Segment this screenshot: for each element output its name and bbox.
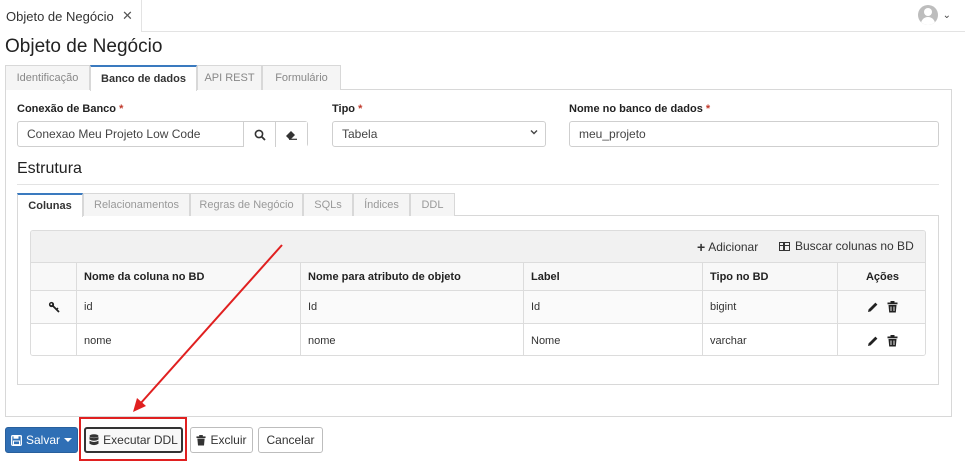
required-marker: * — [705, 103, 711, 115]
grid-toolbar: + Adicionar Buscar colunas no BD — [31, 231, 925, 263]
conexao-value: Conexao Meu Projeto Low Code — [27, 127, 201, 141]
plus-icon: + — [697, 239, 706, 255]
table-row[interactable]: nome nome Nome varchar — [31, 324, 925, 355]
trash-icon[interactable] — [887, 301, 898, 313]
tab-colunas[interactable]: Colunas — [17, 193, 83, 217]
tab-ddl[interactable]: DDL — [410, 193, 455, 216]
required-marker: * — [358, 103, 363, 115]
avatar[interactable] — [917, 5, 938, 25]
trash-icon[interactable] — [887, 334, 898, 347]
columns-grid: + Adicionar Buscar colunas no BD Nome da… — [30, 230, 926, 356]
highlight-box — [79, 417, 187, 461]
actions-cell — [837, 324, 925, 355]
table-header: Nome da coluna no BD Nome para atributo … — [31, 263, 925, 291]
tipo-select[interactable]: Tabela — [332, 121, 546, 147]
tab-api-rest[interactable]: API REST — [197, 65, 262, 90]
cell-coluna: id — [76, 291, 300, 323]
add-button[interactable]: + Adicionar — [697, 239, 758, 255]
tipo-label: Tipo * — [332, 103, 362, 115]
eraser-icon — [286, 131, 297, 140]
cell-label: Id — [523, 291, 702, 323]
header-cell: Ações — [837, 263, 925, 290]
document-tab[interactable]: Objeto de Negócio ✕ — [0, 0, 142, 32]
main-tabs: Identificação Banco de dados API REST Fo… — [5, 64, 952, 91]
nome-banco-field[interactable]: meu_projeto — [569, 121, 939, 147]
delete-button-label: Excluir — [210, 433, 247, 447]
primary-key-cell — [31, 291, 76, 323]
trash-icon — [196, 434, 207, 445]
save-button-label: Salvar — [25, 433, 60, 447]
nome-banco-label-text: Nome no banco de dados — [569, 103, 703, 115]
required-marker: * — [119, 103, 124, 115]
delete-button[interactable]: Excluir — [190, 427, 253, 453]
fetch-columns-button[interactable]: Buscar colunas no BD — [779, 239, 914, 253]
conexao-label-text: Conexão de Banco — [17, 103, 117, 115]
header-cell[interactable]: Nome da coluna no BD — [76, 263, 300, 290]
tab-banco-de-dados[interactable]: Banco de dados — [90, 65, 197, 91]
cell-atributo: nome — [300, 324, 523, 355]
estrutura-tabs: Colunas Relacionamentos Regras de Negóci… — [17, 192, 939, 217]
divider — [17, 184, 939, 185]
conexao-label: Conexão de Banco * — [17, 103, 123, 115]
clear-button[interactable] — [275, 122, 307, 147]
pencil-icon[interactable] — [867, 301, 879, 313]
nome-banco-value: meu_projeto — [579, 127, 646, 141]
top-bar: Objeto de Negócio ✕ ⌄ — [0, 0, 965, 32]
cell-coluna: nome — [76, 324, 300, 355]
tab-indices[interactable]: Índices — [353, 193, 410, 216]
add-button-label: Adicionar — [708, 240, 759, 254]
cancel-button-label: Cancelar — [266, 433, 315, 447]
document-tab-title: Objeto de Negócio — [6, 8, 114, 24]
table-row[interactable]: id Id Id bigint — [31, 291, 925, 324]
table-icon — [779, 241, 790, 251]
actions-cell — [837, 291, 925, 323]
header-cell — [31, 263, 76, 290]
primary-key-cell — [31, 324, 76, 355]
close-icon[interactable]: ✕ — [122, 8, 133, 24]
estrutura-title: Estrutura — [17, 160, 82, 177]
save-button[interactable]: Salvar — [5, 427, 78, 453]
chevron-down-icon[interactable]: ⌄ — [943, 10, 951, 21]
fetch-columns-label: Buscar colunas no BD — [795, 239, 914, 253]
chevron-down-icon — [530, 130, 538, 135]
search-button[interactable] — [243, 122, 275, 147]
tab-sqls[interactable]: SQLs — [303, 193, 353, 216]
caret-down-icon[interactable] — [64, 437, 72, 443]
tab-formulario[interactable]: Formulário — [262, 65, 341, 90]
pencil-icon[interactable] — [867, 335, 879, 347]
user-menu[interactable]: ⌄ — [917, 5, 951, 25]
search-icon — [254, 129, 266, 141]
tab-identificacao[interactable]: Identificação — [5, 65, 90, 90]
key-icon — [48, 301, 60, 313]
cell-tipo: varchar — [702, 324, 837, 355]
tab-regras-de-negocio[interactable]: Regras de Negócio — [190, 193, 303, 216]
header-cell[interactable]: Tipo no BD — [702, 263, 837, 290]
tipo-value: Tabela — [342, 127, 378, 141]
cell-label: Nome — [523, 324, 702, 355]
tab-relacionamentos[interactable]: Relacionamentos — [83, 193, 190, 216]
header-cell[interactable]: Label — [523, 263, 702, 290]
page-title: Objeto de Negócio — [5, 36, 163, 57]
cell-atributo: Id — [300, 291, 523, 323]
tipo-label-text: Tipo — [332, 103, 356, 115]
cell-tipo: bigint — [702, 291, 837, 323]
cancel-button[interactable]: Cancelar — [258, 427, 323, 453]
nome-banco-label: Nome no banco de dados * — [569, 103, 710, 115]
header-cell[interactable]: Nome para atributo de objeto — [300, 263, 523, 290]
save-icon — [11, 434, 22, 446]
